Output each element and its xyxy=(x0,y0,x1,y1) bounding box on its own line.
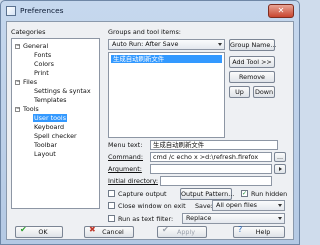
cancel-icon: ✖ xyxy=(89,225,96,234)
apply-icon: ✔ xyxy=(162,225,169,234)
apply-label: Apply xyxy=(176,228,196,236)
capture-output-label: Capture output xyxy=(118,190,167,198)
tree-item-settings-syntax[interactable]: Settings & syntax xyxy=(34,87,91,95)
initial-directory-input[interactable] xyxy=(160,176,272,186)
tool-item-selected[interactable]: 生成自动刷新文件 xyxy=(111,55,222,63)
filter-select[interactable]: Replace xyxy=(182,213,285,224)
arrow-right-icon xyxy=(279,167,282,171)
chevron-down-icon xyxy=(278,204,282,207)
argument-input[interactable] xyxy=(150,164,272,174)
save-select-value: All open files xyxy=(216,201,257,209)
run-hidden-label: Run hidden xyxy=(251,190,288,198)
help-icon: ? xyxy=(238,225,243,234)
group-name-button[interactable]: Group Name... xyxy=(229,39,276,51)
tool-items-list[interactable]: 生成自动刷新文件 xyxy=(108,52,225,138)
chevron-down-icon xyxy=(218,43,222,46)
add-tool-button[interactable]: Add Tool >> xyxy=(229,56,275,68)
apply-button[interactable]: ✔ Apply xyxy=(157,226,207,238)
initial-directory-label: Initial directory: xyxy=(108,177,158,185)
run-as-filter-checkbox[interactable] xyxy=(108,215,115,222)
window-title: Preferences xyxy=(20,6,64,15)
expand-files-icon[interactable]: − xyxy=(15,80,20,85)
tree-item-files[interactable]: Files xyxy=(23,78,37,86)
close-on-exit-label: Close window on exit xyxy=(118,202,186,210)
tree-item-templates[interactable]: Templates xyxy=(34,96,67,104)
argument-label: Argument: xyxy=(108,165,142,173)
up-button[interactable]: Up xyxy=(229,86,250,98)
save-label: Save: xyxy=(195,202,213,210)
menu-text-input[interactable]: 生成自动刷新文件 xyxy=(150,140,278,150)
save-select[interactable]: All open files xyxy=(212,200,285,211)
group-select[interactable]: Auto Run: After Save xyxy=(108,39,225,50)
tree-item-general[interactable]: General xyxy=(23,42,48,50)
tree-item-print[interactable]: Print xyxy=(34,69,49,77)
chevron-down-icon xyxy=(278,217,282,220)
close-button[interactable]: ✕ xyxy=(268,4,294,18)
dialog-body: Categories − General Fonts Colors Print … xyxy=(6,21,294,240)
close-on-exit-checkbox[interactable] xyxy=(108,202,115,209)
tree-item-spell-checker[interactable]: Spell checker xyxy=(34,132,77,140)
run-hidden-checkbox[interactable]: ✓ xyxy=(241,190,248,197)
output-pattern-button[interactable]: Output Pattern... xyxy=(180,188,234,200)
tree-item-tools[interactable]: Tools xyxy=(23,105,39,113)
command-label: Command: xyxy=(108,153,143,161)
title-bar[interactable]: Preferences ✕ xyxy=(1,1,299,21)
remove-button[interactable]: Remove xyxy=(229,71,275,83)
app-icon xyxy=(6,6,16,16)
cancel-button[interactable]: ✖ Cancel xyxy=(84,226,134,238)
expand-general-icon[interactable]: − xyxy=(15,44,20,49)
categories-label: Categories xyxy=(11,28,46,36)
categories-tree[interactable]: − General Fonts Colors Print − Files Set… xyxy=(11,38,100,209)
browse-command-button[interactable]: ... xyxy=(274,152,286,162)
argument-menu-button[interactable] xyxy=(274,164,286,174)
preferences-window: Preferences ✕ Categories − General Fonts… xyxy=(0,0,300,245)
tree-item-colors[interactable]: Colors xyxy=(34,60,54,68)
ok-button[interactable]: ✔ OK xyxy=(15,226,63,238)
help-button[interactable]: ? Help xyxy=(233,226,285,238)
command-input[interactable]: cmd /c echo x >d:\refresh.firefox xyxy=(150,152,272,162)
menu-text-label: Menu text: xyxy=(108,141,143,149)
check-icon: ✔ xyxy=(20,225,27,234)
tree-item-keyboard[interactable]: Keyboard xyxy=(34,123,64,131)
tree-item-user-tools[interactable]: User tools xyxy=(33,114,68,122)
tree-item-toolbar[interactable]: Toolbar xyxy=(34,141,57,149)
tree-item-fonts[interactable]: Fonts xyxy=(34,51,51,59)
tree-item-layout[interactable]: Layout xyxy=(34,150,56,158)
cancel-label: Cancel xyxy=(102,228,124,236)
ok-label: OK xyxy=(38,228,48,236)
group-select-value: Auto Run: After Save xyxy=(112,40,179,48)
expand-tools-icon[interactable]: − xyxy=(15,107,20,112)
down-button[interactable]: Down xyxy=(253,86,275,98)
groups-label: Groups and tool items: xyxy=(108,28,181,36)
run-as-filter-label: Run as text filter: xyxy=(118,215,174,223)
help-label: Help xyxy=(255,228,271,236)
capture-output-checkbox[interactable] xyxy=(108,190,115,197)
filter-select-value: Replace xyxy=(186,214,212,222)
